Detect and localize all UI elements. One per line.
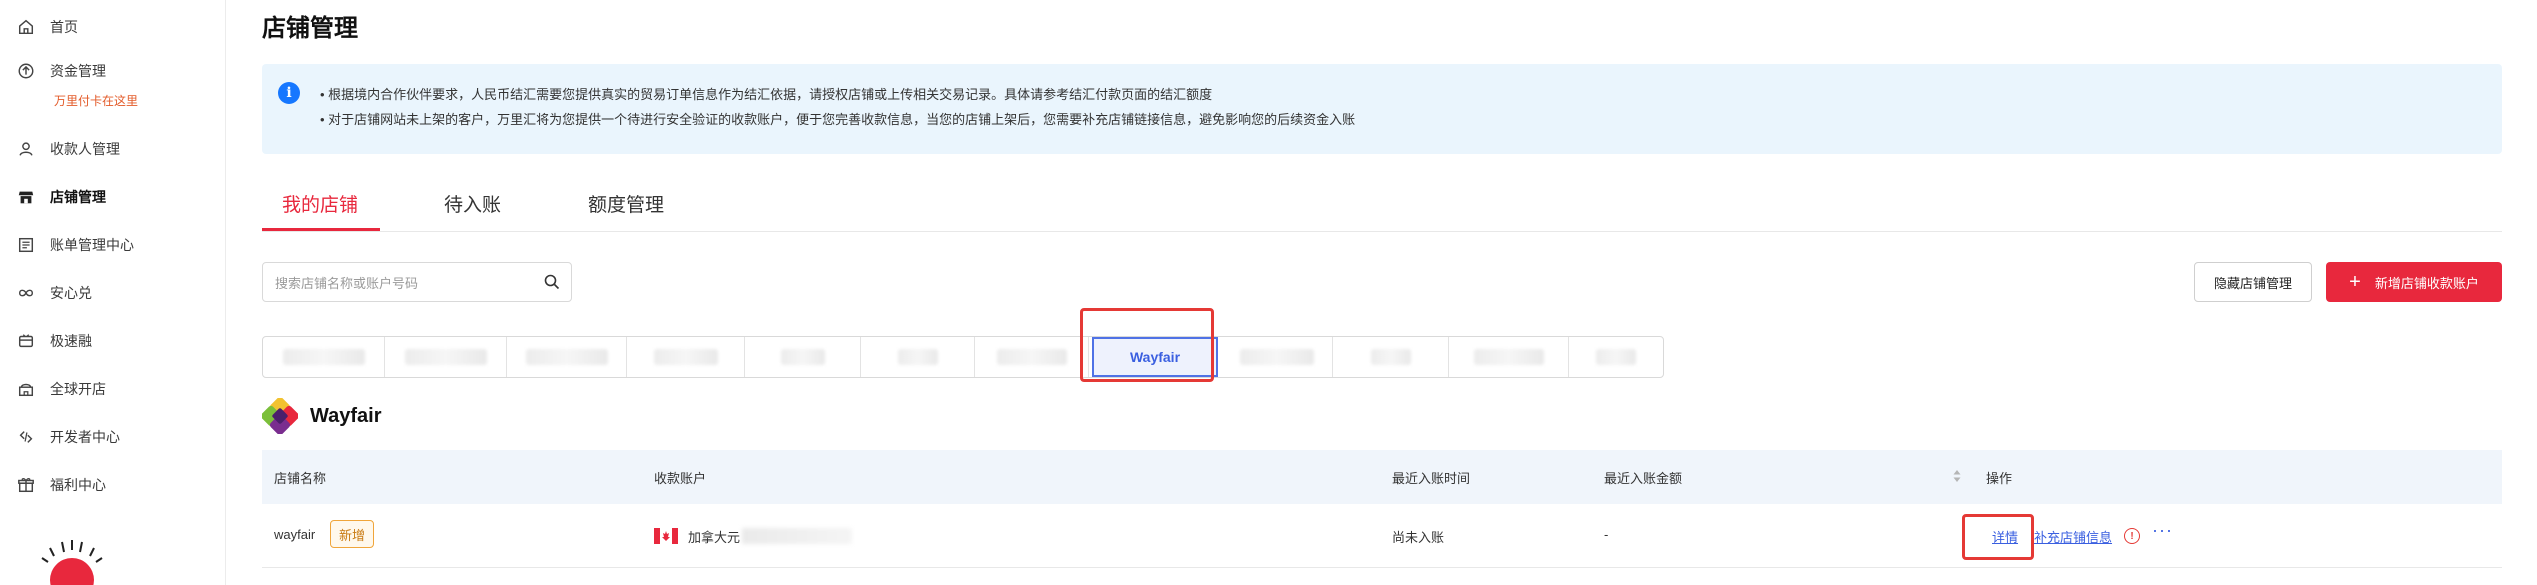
sort-icon[interactable]: [1952, 468, 1962, 484]
cell-store-name: wayfair: [274, 527, 316, 542]
notice-line: • 对于店铺网站未上架的客户，万里汇将为您提供一个待进行安全验证的收款账户，便于…: [320, 112, 1356, 127]
add-account-label: 新增店铺收款账户: [2374, 275, 2479, 291]
redacted-store-name: [1596, 349, 1636, 365]
fund-icon: [16, 61, 36, 81]
table-row: wayfair 新增 加拿大元 尚未入账 - 详情 补充店铺信息 ! ···: [262, 504, 2502, 568]
store-tab[interactable]: [745, 337, 861, 377]
sidebar-item-gift[interactable]: 福利中心: [16, 470, 106, 500]
sidebar-item-finance[interactable]: 极速融: [16, 326, 92, 356]
store-tab[interactable]: [385, 337, 507, 377]
store-brand-header: Wayfair: [262, 398, 382, 434]
store-icon: [16, 187, 36, 207]
cell-last-amount: -: [1604, 527, 1609, 542]
redacted-store-name: [996, 349, 1067, 365]
info-icon: i: [278, 82, 300, 104]
redacted-store-name: [897, 349, 938, 365]
tab-pending[interactable]: 待入账: [444, 190, 501, 217]
table-header: 店铺名称 收款账户 最近入账时间 最近入账金额 操作: [262, 450, 2502, 504]
cell-account-currency: 加拿大元: [688, 530, 741, 545]
hide-store-button[interactable]: 隐藏店铺管理: [2194, 262, 2312, 302]
add-account-button[interactable]: + 新增店铺收款账户: [2326, 262, 2502, 302]
sidebar: 首页 资金管理 万里付卡在这里 收款人管理 店铺管理 账单管理中心 安心兑 极速…: [0, 0, 226, 585]
cell-last-time: 尚未入账: [1392, 530, 1445, 545]
sidebar-item-label: 资金管理: [50, 63, 106, 79]
sidebar-item-label: 福利中心: [50, 477, 106, 493]
notice-line: • 根据境内合作伙伴要求，人民币结汇需要您提供真实的贸易订单信息作为结汇依据，请…: [320, 87, 1213, 102]
sidebar-item-home[interactable]: 首页: [16, 12, 78, 42]
notice-banner: i • 根据境内合作伙伴要求，人民币结汇需要您提供真实的贸易订单信息作为结汇依据…: [262, 64, 2502, 154]
sidebar-item-label: 安心兑: [50, 285, 92, 301]
sidebar-item-fund[interactable]: 资金管理: [16, 56, 106, 86]
store-tab[interactable]: [1333, 337, 1449, 377]
redacted-store-name: [1239, 349, 1314, 365]
warning-icon[interactable]: !: [2124, 528, 2140, 544]
new-badge: 新增: [330, 520, 375, 548]
active-tab-indicator: [262, 228, 380, 231]
redacted-store-name: [1473, 349, 1544, 365]
page-title: 店铺管理: [262, 15, 358, 42]
sidebar-item-label: 全球开店: [50, 381, 106, 397]
redacted-store-name: [1370, 349, 1411, 365]
sidebar-item-label: 账单管理中心: [50, 237, 134, 253]
store-tab[interactable]: [1569, 337, 1663, 377]
column-header-last-amount: 最近入账金额: [1604, 471, 1683, 486]
redacted-store-name: [282, 349, 365, 365]
sidebar-item-label: 极速融: [50, 333, 92, 349]
canada-flag-icon: [654, 528, 678, 544]
sidebar-item-bill[interactable]: 账单管理中心: [16, 230, 134, 260]
payee-icon: [16, 139, 36, 159]
store-tab-wayfair[interactable]: Wayfair: [1092, 337, 1218, 377]
store-brand-name: Wayfair: [310, 404, 382, 427]
store-tab[interactable]: [627, 337, 745, 377]
detail-link[interactable]: 详情: [1992, 527, 2018, 546]
sidebar-item-label: 收款人管理: [50, 141, 120, 157]
finance-icon: [16, 331, 36, 351]
redacted-store-name: [525, 349, 608, 365]
developer-icon: [16, 427, 36, 447]
sidebar-item-label: 首页: [50, 19, 78, 35]
home-icon: [16, 17, 36, 37]
column-header-account: 收款账户: [654, 471, 707, 486]
sidebar-item-payee[interactable]: 收款人管理: [16, 134, 120, 164]
tab-my-stores[interactable]: 我的店铺: [282, 190, 358, 217]
store-tab-bar: Wayfair: [262, 336, 1664, 378]
column-header-last-time: 最近入账时间: [1392, 471, 1471, 486]
search-icon[interactable]: [543, 273, 561, 291]
sidebar-item-global-store[interactable]: 全球开店: [16, 374, 106, 404]
store-tab[interactable]: [861, 337, 975, 377]
main-content: 店铺管理 i • 根据境内合作伙伴要求，人民币结汇需要您提供真实的贸易订单信息作…: [262, 0, 2502, 585]
gift-icon: [16, 475, 36, 495]
redacted-store-name: [653, 349, 718, 365]
store-tab[interactable]: [1221, 337, 1333, 377]
column-header-actions: 操作: [1986, 471, 2013, 486]
store-tab[interactable]: [975, 337, 1089, 377]
promo-mascot-image[interactable]: [12, 528, 132, 585]
wayfair-logo: [262, 398, 298, 434]
redacted-account-number: [742, 528, 852, 544]
tab-quota[interactable]: 额度管理: [588, 190, 664, 217]
sidebar-item-store[interactable]: 店铺管理: [16, 182, 106, 212]
store-tab[interactable]: [507, 337, 627, 377]
sidebar-item-label: 店铺管理: [50, 189, 106, 205]
fund-subtitle[interactable]: 万里付卡在这里: [54, 92, 138, 109]
redacted-store-name: [404, 349, 487, 365]
more-options-icon[interactable]: ···: [2152, 520, 2173, 541]
supplement-store-info-link[interactable]: 补充店铺信息: [2034, 527, 2112, 546]
search-box[interactable]: [262, 262, 572, 302]
redacted-store-name: [780, 349, 825, 365]
sidebar-item-exchange[interactable]: 安心兑: [16, 278, 92, 308]
sidebar-item-label: 开发者中心: [50, 429, 120, 445]
store-tab[interactable]: [1449, 337, 1569, 377]
store-tab[interactable]: [263, 337, 385, 377]
global-store-icon: [16, 379, 36, 399]
search-input[interactable]: [275, 272, 535, 294]
column-header-store-name: 店铺名称: [274, 471, 327, 486]
exchange-icon: [16, 283, 36, 303]
tab-bar: 我的店铺 待入账 额度管理: [262, 178, 2502, 232]
sidebar-item-developer[interactable]: 开发者中心: [16, 422, 120, 452]
bill-icon: [16, 235, 36, 255]
plus-icon: +: [2349, 271, 2361, 293]
